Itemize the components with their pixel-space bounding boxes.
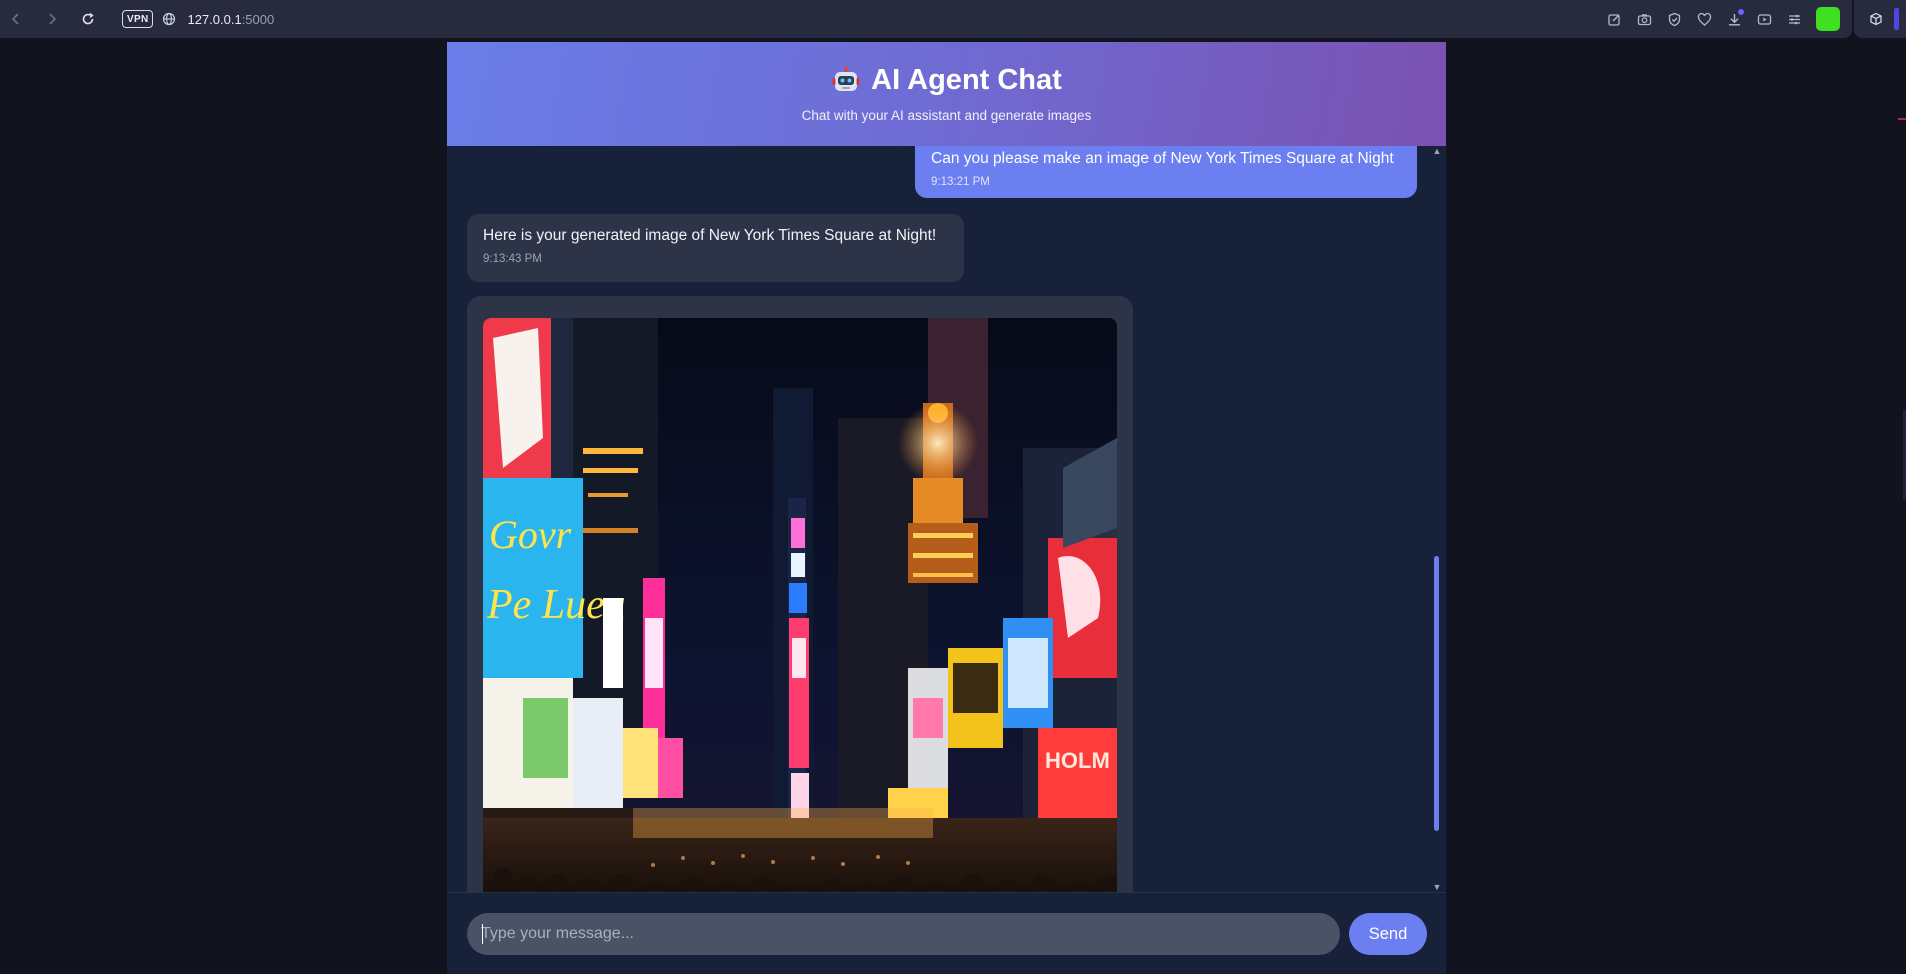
globe-icon[interactable] bbox=[157, 7, 181, 31]
shield-icon[interactable] bbox=[1662, 7, 1686, 31]
svg-text:HOLM: HOLM bbox=[1045, 748, 1110, 773]
media-icon[interactable] bbox=[1752, 7, 1776, 31]
extension-icon[interactable] bbox=[1816, 7, 1840, 31]
generated-image[interactable]: Govr Pe Luea HOLM bbox=[483, 318, 1117, 892]
message-input[interactable] bbox=[467, 913, 1340, 955]
sidebar-accent-bar bbox=[1894, 8, 1899, 30]
address-bar[interactable]: 127.0.0.1:5000 bbox=[187, 12, 274, 27]
message-scrollbar[interactable]: ▲ ▼ bbox=[1432, 146, 1442, 892]
edge-indicator bbox=[1898, 118, 1906, 120]
heart-icon[interactable] bbox=[1692, 7, 1716, 31]
user-message: Can you please make an image of New York… bbox=[915, 146, 1417, 198]
composer: Send bbox=[447, 892, 1446, 974]
menu-icon[interactable] bbox=[1782, 7, 1806, 31]
nav-buttons bbox=[4, 7, 100, 31]
send-button[interactable]: Send bbox=[1349, 913, 1427, 955]
page-title: AI Agent Chat bbox=[831, 64, 1062, 97]
download-badge bbox=[1738, 9, 1744, 15]
assistant-message: Here is your generated image of New York… bbox=[467, 214, 964, 282]
message-timestamp: 9:13:43 PM bbox=[483, 253, 542, 265]
svg-text:Govr: Govr bbox=[489, 512, 572, 557]
message-text: Can you please make an image of New York… bbox=[931, 150, 1394, 167]
cube-icon[interactable] bbox=[1864, 7, 1888, 31]
scroll-up-icon[interactable]: ▲ bbox=[1432, 146, 1442, 156]
scrollbar-thumb[interactable] bbox=[1434, 556, 1439, 831]
message-text: Here is your generated image of New York… bbox=[483, 227, 937, 244]
chat-header: AI Agent Chat Chat with your AI assistan… bbox=[447, 42, 1446, 146]
browser-toolbar: VPN 127.0.0.1:5000 bbox=[0, 0, 1852, 38]
url-port: :5000 bbox=[241, 11, 275, 27]
robot-icon bbox=[831, 66, 861, 96]
forward-icon[interactable] bbox=[40, 7, 64, 31]
scroll-down-icon[interactable]: ▼ bbox=[1432, 882, 1442, 892]
url-host: 127.0.0.1 bbox=[187, 11, 242, 27]
download-icon[interactable] bbox=[1722, 7, 1746, 31]
sidebar-toolbar bbox=[1854, 0, 1906, 38]
reload-icon[interactable] bbox=[76, 7, 100, 31]
message-timestamp: 9:13:21 PM bbox=[931, 176, 990, 188]
message-list[interactable]: Can you please make an image of New York… bbox=[447, 146, 1446, 892]
text-caret bbox=[482, 924, 483, 944]
page-subtitle: Chat with your AI assistant and generate… bbox=[801, 107, 1092, 123]
toolbar-actions bbox=[1602, 7, 1840, 31]
chat-app: AI Agent Chat Chat with your AI assistan… bbox=[447, 42, 1446, 974]
camera-icon[interactable] bbox=[1632, 7, 1656, 31]
edit-icon[interactable] bbox=[1602, 7, 1626, 31]
back-icon[interactable] bbox=[4, 7, 28, 31]
vpn-badge[interactable]: VPN bbox=[122, 10, 154, 28]
title-text: AI Agent Chat bbox=[871, 64, 1062, 96]
assistant-image-message: Govr Pe Luea HOLM bbox=[467, 296, 1133, 892]
